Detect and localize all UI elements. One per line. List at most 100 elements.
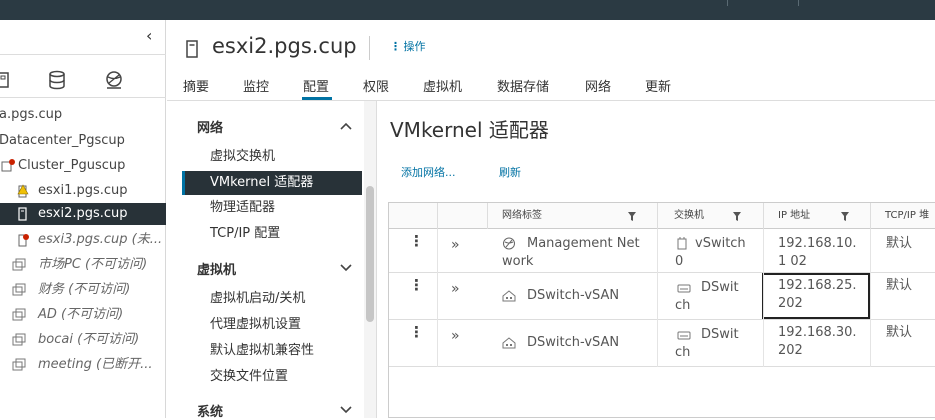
storage-icon[interactable] xyxy=(47,70,67,90)
tree-node-label: 市场PC (不可访问) xyxy=(38,257,148,272)
hosts-clusters-icon[interactable] xyxy=(0,70,16,90)
host-icon xyxy=(186,40,198,58)
header-divider xyxy=(727,0,728,6)
top-header-bar xyxy=(0,0,935,20)
scrollbar-thumb[interactable] xyxy=(366,186,374,322)
tree-node-label: meeting (已断开... xyxy=(38,357,153,372)
switch-cell: DSwit ch xyxy=(675,327,739,360)
tree-node-datacenter[interactable]: Datacenter_Pgscup xyxy=(0,130,166,152)
expand-row-icon[interactable]: » xyxy=(451,237,460,253)
section-title: VMkernel 适配器 xyxy=(390,118,549,142)
column-header-tcpip[interactable]: TCP/IP 堆 xyxy=(885,203,929,229)
expand-row-icon[interactable]: » xyxy=(451,328,460,344)
tree-node-vcenter[interactable]: a.pgs.cup xyxy=(0,104,166,126)
tree-node-label: esxi3.pgs.cup (未... xyxy=(38,232,163,247)
nav-item-vmkernel-adapters[interactable]: VMkernel 适配器 xyxy=(182,171,362,195)
collapse-panel-icon[interactable]: ‹ xyxy=(146,26,160,46)
column-divider xyxy=(763,229,764,367)
column-header-ip[interactable]: IP 地址 xyxy=(778,203,810,229)
tree-node-label: 财务 (不可访问) xyxy=(38,282,131,297)
actions-menu-button[interactable]: ⋮ 操作 xyxy=(390,38,426,54)
chevron-down-icon[interactable] xyxy=(339,263,353,273)
tree-node-cluster[interactable]: Cluster_Pguscup xyxy=(0,155,166,177)
nav-item-agent-vm[interactable]: 代理虚拟机设置 xyxy=(182,313,362,337)
table-row[interactable]: ⋮ » DSwitch-vSAN DSwit ch 192.168.25. 20… xyxy=(389,273,935,320)
tab-permissions[interactable]: 权限 xyxy=(363,76,389,95)
chevron-up-icon[interactable] xyxy=(339,121,353,131)
column-divider xyxy=(487,203,488,229)
vm-icon xyxy=(12,258,26,271)
tree-node-host[interactable]: esxi1.pgs.cup xyxy=(0,180,166,202)
nav-item-physical-adapters[interactable]: 物理适配器 xyxy=(182,196,362,220)
host-icon xyxy=(18,207,27,221)
tree-node-label: esxi1.pgs.cup xyxy=(38,183,128,198)
tcpip-stack-cell: 默认 xyxy=(886,236,913,251)
network-label-cell: Management Net work xyxy=(502,236,640,269)
table-row[interactable]: ⋮ » DSwitch-vSAN DSwit ch 192.168.30. 20… xyxy=(389,320,935,367)
network-label-cell: DSwitch-vSAN xyxy=(527,335,620,350)
tree-node-label: Cluster_Pguscup xyxy=(18,158,126,173)
row-actions-icon[interactable]: ⋮ xyxy=(409,232,424,250)
tab-datastores[interactable]: 数据存储 xyxy=(497,76,549,95)
nav-group-networking[interactable]: 网络 xyxy=(197,117,223,136)
configure-nav: 网络 虚拟交换机 VMkernel 适配器 物理适配器 TCP/IP 配置 虚拟… xyxy=(167,101,377,420)
tree-node-host[interactable]: esxi3.pgs.cup (未... xyxy=(0,229,166,251)
tab-updates[interactable]: 更新 xyxy=(645,76,671,95)
column-header-switch[interactable]: 交换机 xyxy=(674,203,704,229)
tree-node-label: esxi2.pgs.cup xyxy=(38,206,128,221)
switch-cell: DSwit ch xyxy=(675,280,739,313)
row-actions-icon[interactable]: ⋮ xyxy=(409,323,424,341)
filter-icon[interactable] xyxy=(841,212,849,221)
row-actions-icon[interactable]: ⋮ xyxy=(409,276,424,294)
column-divider xyxy=(657,229,658,367)
focused-cell-outline xyxy=(762,273,870,319)
column-divider xyxy=(437,229,438,367)
column-header-network-label[interactable]: 网络标签 xyxy=(502,203,542,229)
column-divider xyxy=(763,203,764,229)
cluster-alert-icon xyxy=(1,159,15,172)
nav-group-system[interactable]: 系统 xyxy=(197,401,223,420)
tree-node-host-selected[interactable]: esxi2.pgs.cup xyxy=(0,203,166,225)
table-row[interactable]: ⋮ » Management Net work vSwitch 0 192.16… xyxy=(389,229,935,273)
expand-row-icon[interactable]: » xyxy=(451,281,460,297)
networking-icon[interactable] xyxy=(104,70,124,90)
nav-group-vms[interactable]: 虚拟机 xyxy=(197,259,236,278)
grid-header: 网络标签 交换机 IP 地址 TCP/IP 堆 xyxy=(389,203,935,229)
refresh-button[interactable]: 刷新 xyxy=(499,164,521,180)
tree-node-label: AD (不可访问) xyxy=(38,307,124,322)
nav-item-swap-file[interactable]: 交换文件位置 xyxy=(182,365,362,389)
column-divider xyxy=(870,203,871,229)
nav-item-vm-startup[interactable]: 虚拟机启动/关机 xyxy=(182,287,362,311)
add-network-button[interactable]: 添加网络... xyxy=(401,164,456,180)
tree-node-vm[interactable]: AD (不可访问) xyxy=(0,304,166,326)
tcpip-stack-cell: 默认 xyxy=(886,278,913,293)
vm-icon xyxy=(12,358,26,371)
nav-item-tcpip-config[interactable]: TCP/IP 配置 xyxy=(182,222,362,246)
distributed-portgroup-icon xyxy=(502,290,516,302)
chevron-down-icon[interactable] xyxy=(339,405,353,415)
tree-node-label: Datacenter_Pgscup xyxy=(0,133,125,148)
nav-item-virtual-switches[interactable]: 虚拟交换机 xyxy=(182,145,362,169)
divider xyxy=(0,97,166,98)
tab-configure[interactable]: 配置 xyxy=(303,76,329,95)
vmkernel-adapters-grid: 网络标签 交换机 IP 地址 TCP/IP 堆 ⋮ » Management N… xyxy=(388,202,935,418)
tab-summary[interactable]: 摘要 xyxy=(183,76,209,95)
filter-icon[interactable] xyxy=(628,212,636,221)
tab-monitor[interactable]: 监控 xyxy=(243,76,269,95)
switch-cell: vSwitch 0 xyxy=(675,236,746,269)
vm-icon xyxy=(12,333,26,346)
tab-networks[interactable]: 网络 xyxy=(585,76,611,95)
tab-vms[interactable]: 虚拟机 xyxy=(423,76,462,95)
column-divider xyxy=(657,203,658,229)
tree-node-vm[interactable]: 市场PC (不可访问) xyxy=(0,254,166,276)
tree-node-vm[interactable]: 财务 (不可访问) xyxy=(0,279,166,301)
actions-label: 操作 xyxy=(403,40,426,53)
tree-node-vm[interactable]: bocai (不可访问) xyxy=(0,329,166,351)
filter-icon[interactable] xyxy=(733,212,741,221)
divider xyxy=(0,54,166,55)
page-title: esxi2.pgs.cup xyxy=(212,34,357,58)
tree-node-label: bocai (不可访问) xyxy=(38,332,140,347)
tree-node-vm[interactable]: meeting (已断开... xyxy=(0,354,166,376)
nav-item-default-compat[interactable]: 默认虚拟机兼容性 xyxy=(182,339,362,363)
ip-address-cell: 192.168.10.1 02 xyxy=(778,236,857,269)
